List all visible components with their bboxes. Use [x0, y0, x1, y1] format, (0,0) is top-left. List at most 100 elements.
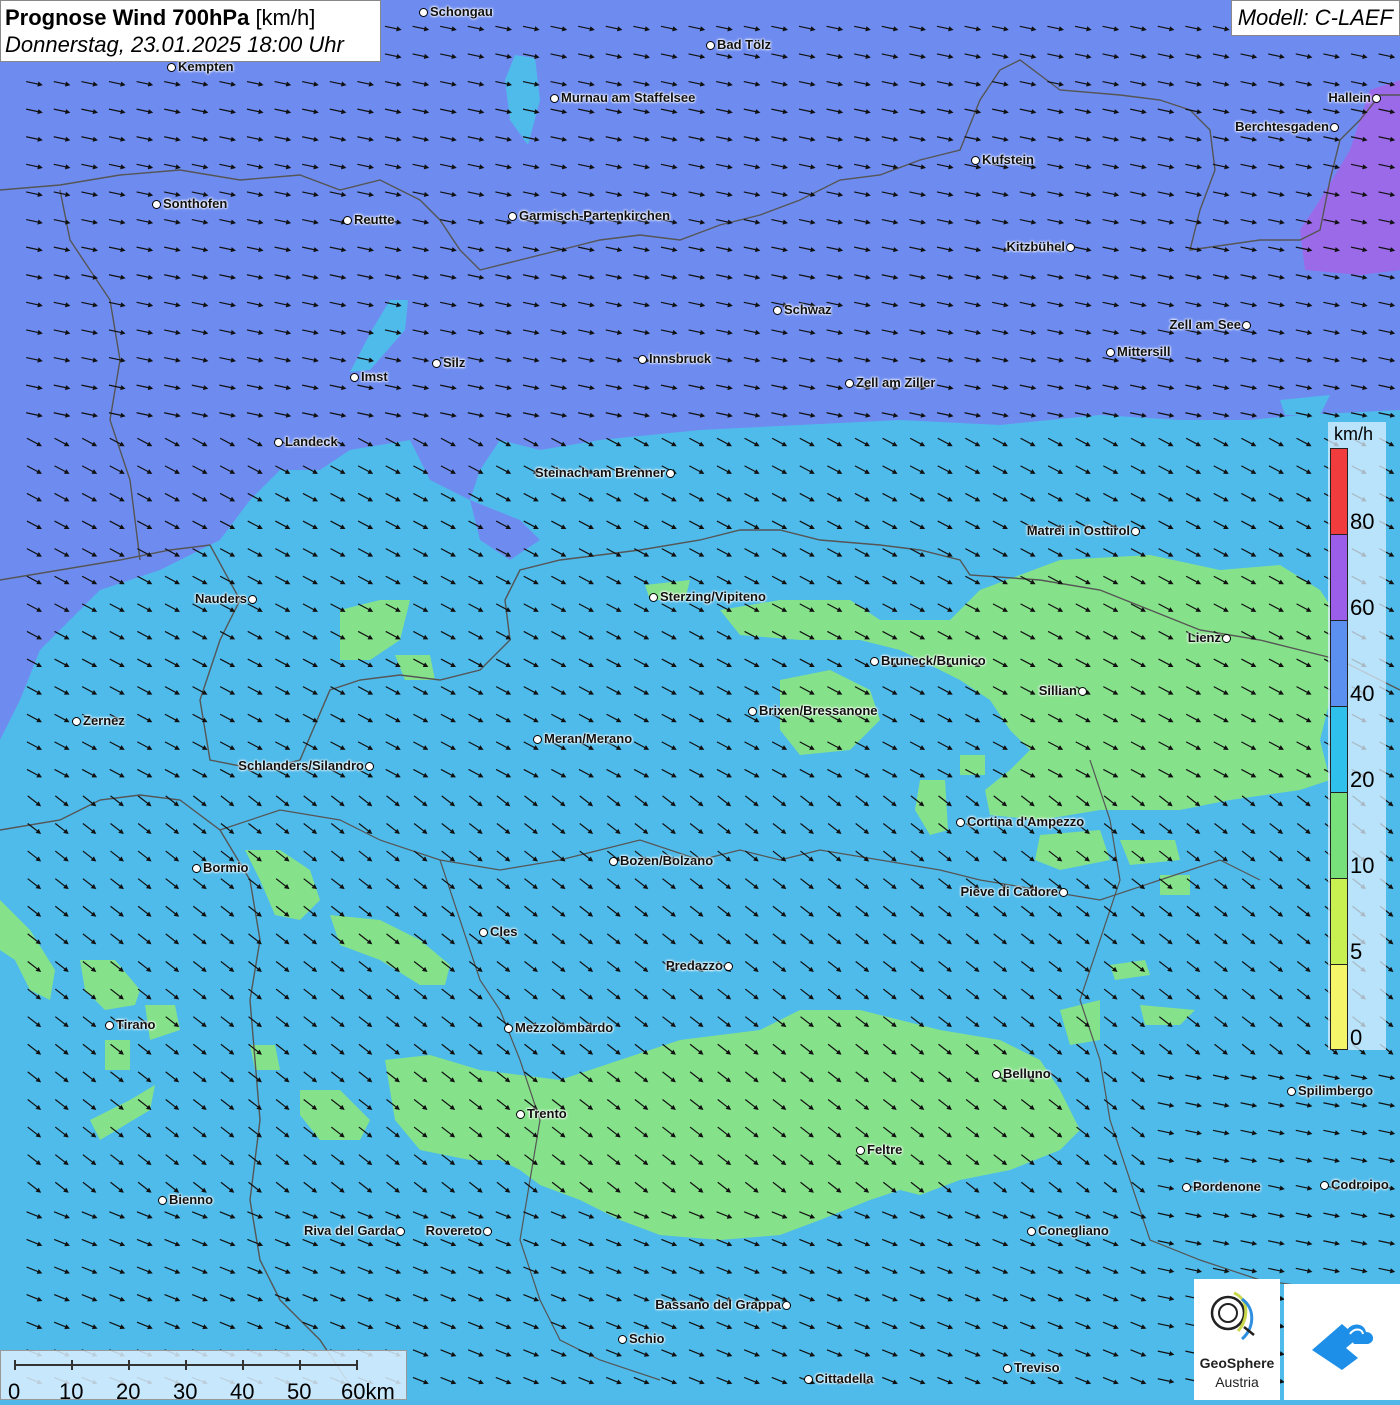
city-marker	[1330, 123, 1339, 132]
city-label: Predazzo	[666, 958, 723, 973]
city-label: Bienno	[169, 1192, 213, 1207]
city-label: Bruneck/Brunico	[881, 653, 986, 668]
scale-tick-60: 60km	[341, 1379, 395, 1405]
geosphere-emblem-icon	[1194, 1279, 1280, 1355]
city-label: Imst	[361, 369, 388, 384]
city-label: Silz	[443, 355, 465, 370]
city-marker	[1320, 1181, 1329, 1190]
city-label: Codroipo	[1331, 1177, 1389, 1192]
city-marker	[1242, 321, 1251, 330]
city-label: Schongau	[430, 4, 493, 19]
city-label: Cles	[490, 924, 517, 939]
city-marker	[1372, 94, 1381, 103]
city-marker	[516, 1110, 525, 1119]
city-label: Schio	[629, 1331, 664, 1346]
city-marker	[1078, 687, 1087, 696]
city-marker	[1131, 527, 1140, 536]
city-marker	[158, 1196, 167, 1205]
legend-label-80: 80	[1350, 509, 1374, 535]
city-marker	[1222, 634, 1231, 643]
city-marker	[1066, 243, 1075, 252]
city-marker	[508, 212, 517, 221]
city-marker	[856, 1146, 865, 1155]
scale-tick-10: 10	[59, 1379, 83, 1405]
city-label: Zernez	[83, 713, 125, 728]
city-marker	[533, 735, 542, 744]
geosphere-name: GeoSphere	[1194, 1355, 1280, 1371]
city-marker	[782, 1301, 791, 1310]
city-label: Bad Tölz	[717, 37, 771, 52]
city-marker	[706, 41, 715, 50]
legend-swatch-20	[1330, 706, 1348, 793]
city-label: Sonthofen	[163, 196, 227, 211]
legend-swatch-40	[1330, 620, 1348, 707]
city-marker	[1182, 1183, 1191, 1192]
city-marker	[248, 595, 257, 604]
city-label: Lienz	[1188, 630, 1221, 645]
city-marker	[845, 379, 854, 388]
city-label: Sterzing/Vipiteno	[660, 589, 766, 604]
city-label: Cittadella	[815, 1371, 874, 1386]
city-marker	[724, 962, 733, 971]
city-marker	[479, 928, 488, 937]
city-label: Schlanders/Silandro	[238, 758, 364, 773]
color-legend: km/h 80 60 40 20 10 5 0	[1328, 422, 1386, 1050]
city-marker	[105, 1021, 114, 1030]
city-label: Mittersill	[1117, 344, 1170, 359]
city-marker	[748, 707, 757, 716]
title-box: Prognose Wind 700hPa [km/h] Donnerstag, …	[0, 0, 381, 62]
city-marker	[365, 762, 374, 771]
city-marker	[419, 8, 428, 17]
city-marker	[971, 156, 980, 165]
map-title: Prognose Wind 700hPa	[5, 5, 249, 30]
city-marker	[1059, 888, 1068, 897]
city-marker	[804, 1375, 813, 1384]
city-marker	[343, 216, 352, 225]
city-label: Innsbruck	[649, 351, 711, 366]
city-marker	[609, 857, 618, 866]
wind-area-10-20-p	[105, 1040, 130, 1070]
city-label: Kempten	[178, 59, 234, 74]
city-marker	[666, 469, 675, 478]
geosphere-logo[interactable]: GeoSphere Austria	[1194, 1279, 1280, 1400]
legend-label-60: 60	[1350, 595, 1374, 621]
city-label: Feltre	[867, 1142, 902, 1157]
city-label: Riva del Garda	[304, 1223, 395, 1238]
app-logo-icon	[1284, 1284, 1400, 1400]
legend-label-40: 40	[1350, 681, 1374, 707]
city-marker	[1027, 1227, 1036, 1236]
city-label: Brixen/Bressanone	[759, 703, 878, 718]
city-label: Kitzbühel	[1007, 239, 1066, 254]
legend-label-0: 0	[1350, 1025, 1362, 1051]
city-marker	[504, 1024, 513, 1033]
city-marker	[350, 373, 359, 382]
city-label: Landeck	[285, 434, 338, 449]
city-label: Bassano del Grappa	[655, 1297, 781, 1312]
scale-tick-50: 50	[287, 1379, 311, 1405]
city-label: Spilimbergo	[1298, 1083, 1373, 1098]
legend-swatch-80	[1330, 448, 1348, 535]
city-label: Meran/Merano	[544, 731, 632, 746]
city-label: Tirano	[116, 1017, 156, 1032]
city-label: Hallein	[1328, 90, 1371, 105]
city-label: Murnau am Staffelsee	[561, 90, 695, 105]
scale-tick-30: 30	[173, 1379, 197, 1405]
city-marker	[956, 818, 965, 827]
city-marker	[1287, 1087, 1296, 1096]
app-logo[interactable]	[1284, 1284, 1400, 1400]
city-label: Matrei in Osttirol	[1027, 523, 1130, 538]
city-marker	[192, 864, 201, 873]
legend-label-10: 10	[1350, 853, 1374, 879]
legend-swatch-5	[1330, 878, 1348, 965]
city-marker	[773, 306, 782, 315]
wind-area-10-20-v	[960, 755, 985, 775]
geosphere-sub: Austria	[1194, 1374, 1280, 1390]
scale-tick-40: 40	[230, 1379, 254, 1405]
city-label: Nauders	[195, 591, 247, 606]
scale-bar: 0 10 20 30 40 50 60km	[0, 1350, 407, 1400]
city-label: Belluno	[1003, 1066, 1051, 1081]
city-label: Sillian	[1039, 683, 1077, 698]
city-label: Bormio	[203, 860, 249, 875]
city-marker	[432, 359, 441, 368]
scale-tick-0: 0	[8, 1379, 20, 1405]
